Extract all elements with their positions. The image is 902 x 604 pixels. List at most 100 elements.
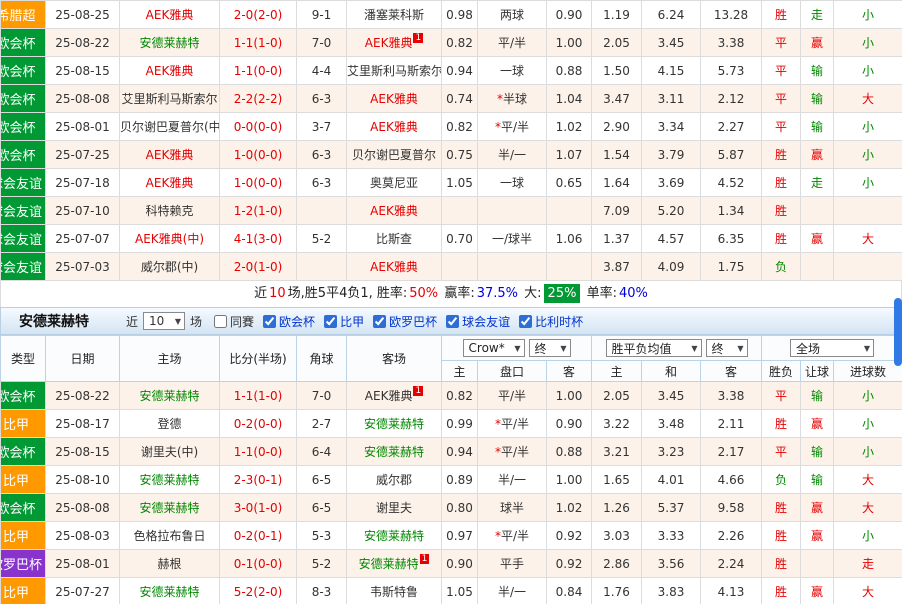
cell-home-team[interactable]: 安德莱赫特 [120,29,220,57]
cell-away-team[interactable]: 艾里斯利马斯索尔 [347,57,442,85]
cell-home-team[interactable]: 色格拉布鲁日 [120,522,220,550]
filter-checkbox-input-1[interactable] [324,315,337,328]
team-name[interactable]: AEK雅典 [146,148,194,162]
team-name[interactable]: 奥莫尼亚 [370,176,418,190]
team-name[interactable]: 艾里斯利马斯索尔 [121,92,217,106]
section-header: 安德莱赫特 近 10▼ 场 同賽 欧会杯比甲欧罗巴杯球会友谊比利时杯 [0,307,902,335]
match-count-select[interactable]: 10▼ [143,312,185,330]
cell-home-team[interactable]: 科特赖克 [120,197,220,225]
team-name[interactable]: 潘塞莱科斯 [364,8,424,22]
cell-home-team[interactable]: AEK雅典 [120,141,220,169]
filter-checkbox-2[interactable]: 欧罗巴杯 [373,313,437,330]
team-name[interactable]: 登德 [157,417,181,431]
cell-away-team[interactable]: 韦斯特鲁 [347,578,442,604]
team-name[interactable]: 安德莱赫特 [364,445,424,459]
cell-handicap-result: 赢 [801,578,834,604]
cell-away-team[interactable]: 安德莱赫特1 [347,550,442,578]
filter-checkbox-input-3[interactable] [446,315,459,328]
team-name[interactable]: 安德莱赫特 [139,36,199,50]
scrollbar-thumb[interactable] [894,298,902,366]
cell-home-team[interactable]: 安德莱赫特 [120,382,220,410]
team-name[interactable]: AEK雅典 [370,204,418,218]
cell-league: 球会友谊 [1,225,46,253]
same-host-checkbox[interactable]: 同賽 [214,313,254,330]
cell-away-team[interactable]: AEK雅典 [347,253,442,281]
cell-away-team[interactable]: 贝尔谢巴夏普尔 [347,141,442,169]
cell-home-team[interactable]: AEK雅典 [120,169,220,197]
cell-ah-away: 1.02 [547,494,592,522]
filter-checkbox-3[interactable]: 球会友谊 [446,313,510,330]
team-name[interactable]: 艾里斯利马斯索尔 [347,64,442,78]
match-row: 球会友谊25-07-03威尔郡(中)2-0(1-0)AEK雅典3.874.091… [1,253,902,281]
cell-away-team[interactable]: 安德莱赫特 [347,410,442,438]
cell-away-team[interactable]: AEK雅典 [347,85,442,113]
cell-away-team[interactable]: 潘塞莱科斯 [347,1,442,29]
cell-home-team[interactable]: 艾里斯利马斯索尔 [120,85,220,113]
team-name[interactable]: 贝尔谢巴夏普尔 [352,148,436,162]
cell-away-team[interactable]: 安德莱赫特 [347,522,442,550]
team-name[interactable]: AEK雅典 [370,260,418,274]
final-odds-select-2[interactable]: 终▼ [706,339,748,357]
cell-home-team[interactable]: 贝尔谢巴夏普尔(中) [120,113,220,141]
cell-away-team[interactable]: 谢里夫 [347,494,442,522]
team-name[interactable]: 赫根 [157,557,181,571]
cell-home-team[interactable]: AEK雅典 [120,1,220,29]
cell-ah-away: 1.06 [547,225,592,253]
cell-away-team[interactable]: 威尔郡 [347,466,442,494]
team-name[interactable]: 安德莱赫特 [359,557,419,571]
cell-away-team[interactable]: 比斯查 [347,225,442,253]
cell-corner [297,197,347,225]
team-name[interactable]: 安德莱赫特 [364,529,424,543]
cell-away-team[interactable]: AEK雅典 [347,197,442,225]
team-name[interactable]: AEK雅典 [370,120,418,134]
filter-checkbox-input-4[interactable] [519,315,532,328]
team-name[interactable]: AEK雅典 [365,36,413,50]
team-name[interactable]: 威尔郡(中) [141,260,198,274]
team-name[interactable]: 贝尔谢巴夏普尔(中) [120,120,220,134]
cell-home-team[interactable]: 安德莱赫特 [120,494,220,522]
team-name[interactable]: 谢里夫 [376,501,412,515]
team-name[interactable]: 比斯查 [376,232,412,246]
team-name[interactable]: 色格拉布鲁日 [133,529,205,543]
team-name[interactable]: 谢里夫(中) [141,445,198,459]
cell-away-team[interactable]: AEK雅典1 [347,29,442,57]
final-odds-select-1[interactable]: 终▼ [529,339,571,357]
cell-home-team[interactable]: 赫根 [120,550,220,578]
cell-away-team[interactable]: 奥莫尼亚 [347,169,442,197]
team-name[interactable]: AEK雅典 [146,176,194,190]
team-name[interactable]: AEK雅典 [365,389,413,403]
cell-away-team[interactable]: AEK雅典1 [347,382,442,410]
scope-select[interactable]: 全场▼ [790,339,874,357]
company-select[interactable]: Crow*▼ [463,339,525,357]
cell-home-team[interactable]: 安德莱赫特 [120,578,220,604]
team-name[interactable]: AEK雅典 [370,92,418,106]
team-name[interactable]: 安德莱赫特 [139,585,199,599]
filter-checkbox-1[interactable]: 比甲 [324,313,364,330]
cell-home-team[interactable]: 谢里夫(中) [120,438,220,466]
filter-checkbox-input-0[interactable] [263,315,276,328]
team-name[interactable]: AEK雅典 [146,64,194,78]
team-name[interactable]: 安德莱赫特 [139,389,199,403]
team-name[interactable]: 威尔郡 [376,473,412,487]
filter-checkbox-0[interactable]: 欧会杯 [263,313,315,330]
cell-home-team[interactable]: 登德 [120,410,220,438]
cell-away-team[interactable]: AEK雅典 [347,113,442,141]
cell-corner [297,253,347,281]
same-host-checkbox-input[interactable] [214,315,227,328]
team-name[interactable]: 安德莱赫特 [364,417,424,431]
cell-result: 胜 [762,141,801,169]
team-name[interactable]: 安德莱赫特 [139,473,199,487]
team-name[interactable]: 安德莱赫特 [139,501,199,515]
team-name[interactable]: AEK雅典(中) [135,232,204,246]
team-name[interactable]: AEK雅典 [146,8,194,22]
cell-home-team[interactable]: 威尔郡(中) [120,253,220,281]
filter-checkbox-4[interactable]: 比利时杯 [519,313,583,330]
filter-checkbox-input-2[interactable] [373,315,386,328]
avg-odds-select[interactable]: 胜平负均值▼ [606,339,702,357]
team-name[interactable]: 科特赖克 [145,204,193,218]
team-name[interactable]: 韦斯特鲁 [370,585,418,599]
cell-home-team[interactable]: AEK雅典(中) [120,225,220,253]
cell-home-team[interactable]: 安德莱赫特 [120,466,220,494]
cell-home-team[interactable]: AEK雅典 [120,57,220,85]
cell-away-team[interactable]: 安德莱赫特 [347,438,442,466]
